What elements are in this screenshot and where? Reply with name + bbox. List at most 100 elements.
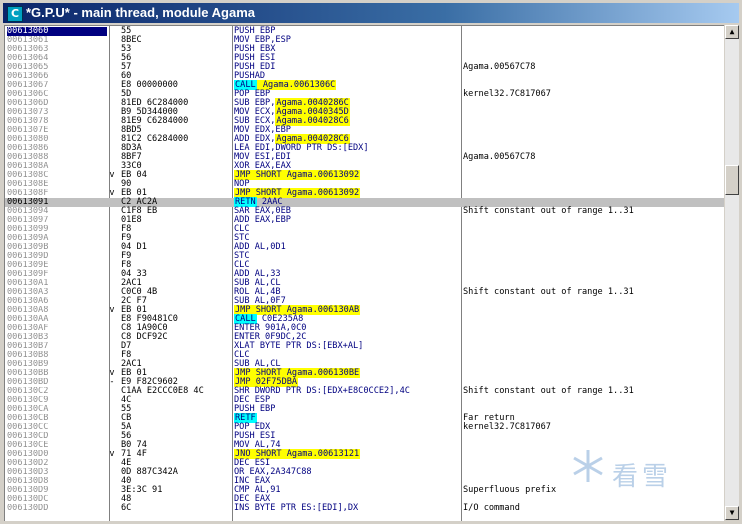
scroll-down-button[interactable]: ▼ — [725, 506, 739, 520]
disasm-row[interactable]: 00613067 E8 00000000 CALL Agama.0061306C — [5, 80, 724, 90]
disasm-row[interactable]: 00613064 56 PUSH ESI — [5, 54, 724, 63]
disasm-row[interactable]: 006130B3 C8 DCF92C ENTER 0F9DC,2C — [5, 333, 724, 342]
disasm-row[interactable]: 006130C9 4C DEC ESP — [5, 396, 724, 405]
disasm-row[interactable]: 0061309A F9 STC — [5, 234, 724, 243]
address-cell: 006130DD — [7, 504, 49, 513]
jump-marker: - — [109, 377, 115, 387]
disasm-row[interactable]: 006130C2 C1AA E2CCC0E8 4C SHR DWORD PTR DS… — [5, 387, 724, 396]
disasm-row[interactable]: 00613073 B9 5D344000 MOV ECX,Agama.0040345… — [5, 107, 724, 117]
hex-dump-cell: 6C — [121, 503, 132, 513]
disasm-row[interactable]: 00613078 81E9 C6284000 SUB ECX,Agama.00402… — [5, 116, 724, 126]
disasm-row[interactable]: 0061309B 04 D1 ADD AL,0D1 — [5, 243, 724, 252]
address-cell: 00613061 — [7, 36, 49, 45]
disasm-row[interactable]: 006130CC 5A POP EDX kernel32.7C817067 — [5, 423, 724, 432]
address-cell: 006130B8 — [7, 351, 49, 360]
address-cell: 00613091 — [7, 198, 49, 207]
disasm-row[interactable]: 006130B7 D7 XLAT BYTE PTR DS:[EBX+AL] — [5, 342, 724, 351]
disasm-row[interactable]: 0061306D 81ED 6C284000 SUB EBP,Agama.00402… — [5, 98, 724, 108]
disasm-row[interactable]: 00613088 8BF7 MOV ESI,EDI Agama.00567C78 — [5, 153, 724, 162]
jump-marker: v — [109, 305, 115, 315]
disasm-row[interactable]: 006130AF C8 1A90C0 ENTER 901A,0C0 — [5, 324, 724, 333]
disasm-row[interactable]: 00613063 53 PUSH EBX — [5, 45, 724, 54]
disasm-row[interactable]: 006130B8 F8 CLC — [5, 351, 724, 360]
address-cell: 00613067 — [7, 81, 49, 90]
comment-cell: Agama.00567C78 — [463, 62, 536, 72]
address-cell: 006130CE — [7, 441, 49, 450]
address-cell: 00613078 — [7, 117, 49, 126]
disasm-row[interactable]: 0061307E 8BD5 MOV EDX,EBP — [5, 126, 724, 135]
disasm-row[interactable]: 00613061 8BEC MOV EBP,ESP — [5, 36, 724, 45]
address-cell: 00613080 — [7, 135, 49, 144]
address-cell: 006130AF — [7, 324, 49, 333]
address-cell: 006130D3 — [7, 468, 49, 477]
watermark-logo: 看雪 — [570, 448, 720, 508]
comment-cell: Superfluous prefix — [463, 485, 557, 495]
asm-token: XLAT BYTE PTR DS:[EBX+AL] — [234, 341, 364, 351]
address-cell: 00613064 — [7, 54, 49, 63]
address-cell: 006130C9 — [7, 396, 49, 405]
disasm-row[interactable]: 0061309E F8 CLC — [5, 261, 724, 270]
address-cell: 0061306D — [7, 99, 49, 108]
disasm-row[interactable]: 00613066 60 PUSHAD — [5, 72, 724, 81]
vertical-scrollbar[interactable]: ▲ ▼ — [725, 25, 739, 520]
disassembly-pane[interactable]: 00613060 55 PUSH EBP 00613061 8BEC MOV EBP,ES… — [4, 25, 724, 521]
disasm-row[interactable]: 00613099 F8 CLC — [5, 225, 724, 234]
disasm-row[interactable]: 00613094 C1F8 EB SAR EAX,0EB Shift constant… — [5, 207, 724, 216]
disasm-row[interactable]: 0061309D F9 STC — [5, 252, 724, 261]
asm-token: JMP SHORT Agama.00613092 — [234, 170, 361, 180]
disasm-row[interactable]: 006130CB CB RETF Far return — [5, 413, 724, 423]
title-bar[interactable]: C *G.P.U* - main thread, module Agama — [3, 3, 739, 23]
scroll-thumb[interactable] — [725, 165, 739, 195]
disasm-row[interactable]: 00613086 8D3A LEA EDI,DWORD PTR DS:[EDX] — [5, 144, 724, 153]
disasm-row[interactable]: 006130CA 55 PUSH EBP — [5, 405, 724, 414]
comment-cell: Shift constant out of range 1..31 — [463, 206, 634, 216]
jump-marker: v — [109, 170, 115, 180]
watermark-text: 看雪 — [612, 462, 673, 492]
comment-cell: Shift constant out of range 1..31 — [463, 287, 634, 297]
address-cell: 006130A8 — [7, 306, 49, 315]
comment-cell: Shift constant out of range 1..31 — [463, 386, 634, 396]
address-cell: 006130AA — [7, 315, 49, 324]
disasm-row[interactable]: 00613065 57 PUSH EDI Agama.00567C78 — [5, 63, 724, 72]
address-cell: 006130A6 — [7, 297, 49, 306]
disasm-row[interactable]: 006130CD 56 PUSH ESI — [5, 432, 724, 441]
address-cell: 0061308F — [7, 189, 49, 198]
disasm-row[interactable]: 00613097 01E8 ADD EAX,EBP — [5, 216, 724, 225]
disasm-row[interactable]: 00613060 55 PUSH EBP — [5, 27, 724, 36]
address-cell: 006130BB — [7, 369, 49, 378]
disasm-row[interactable]: 0061308F v EB 01 JMP SHORT Agama.00613092 — [5, 188, 724, 198]
disasm-row[interactable]: 0061309F 04 33 ADD AL,33 — [5, 270, 724, 279]
scroll-up-button[interactable]: ▲ — [725, 25, 739, 39]
address-cell: 0061308E — [7, 180, 49, 189]
app-icon: C — [7, 6, 23, 22]
address-cell: 006130CC — [7, 423, 49, 432]
disasm-row[interactable]: 006130A8 v EB 01 JMP SHORT Agama.006130AB — [5, 305, 724, 315]
asm-token: INS BYTE PTR ES:[EDI],DX — [234, 503, 359, 513]
comment-cell: kernel32.7C817067 — [463, 422, 551, 432]
address-cell: 0061308C — [7, 171, 49, 180]
address-cell: 00613066 — [7, 72, 49, 81]
address-cell: 0061308A — [7, 162, 49, 171]
address-cell: 006130A1 — [7, 279, 49, 288]
disasm-row[interactable]: 006130AA E8 F90481C0 CALL C0E235A8 — [5, 314, 724, 324]
address-cell: 00613060 — [7, 27, 107, 36]
address-cell: 00613086 — [7, 144, 49, 153]
address-cell: 006130C2 — [7, 387, 49, 396]
disassembly-cell: JMP SHORT Agama.00613092 — [234, 170, 361, 180]
snowflake-icon — [573, 450, 603, 482]
address-cell: 00613065 — [7, 63, 49, 72]
address-cell: 0061309E — [7, 261, 49, 270]
address-cell: 00613094 — [7, 207, 49, 216]
address-cell: 006130B3 — [7, 333, 49, 342]
disasm-row[interactable]: 0061308C v EB 04 JMP SHORT Agama.00613092 — [5, 170, 724, 180]
comment-cell: I/O command — [463, 503, 520, 513]
address-cell: 006130D8 — [7, 477, 49, 486]
address-cell: 006130CA — [7, 405, 49, 414]
disasm-row[interactable]: 0061306C 5D POP EBP kernel32.7C817067 — [5, 90, 724, 99]
disasm-row[interactable]: 006130A3 C0C0 4B ROL AL,4B Shift constant o… — [5, 288, 724, 297]
address-cell: 0061307E — [7, 126, 49, 135]
jump-marker: v — [109, 188, 115, 198]
comment-cell: Agama.00567C78 — [463, 152, 536, 162]
address-cell: 006130B7 — [7, 342, 49, 351]
address-cell: 006130BD — [7, 378, 49, 387]
